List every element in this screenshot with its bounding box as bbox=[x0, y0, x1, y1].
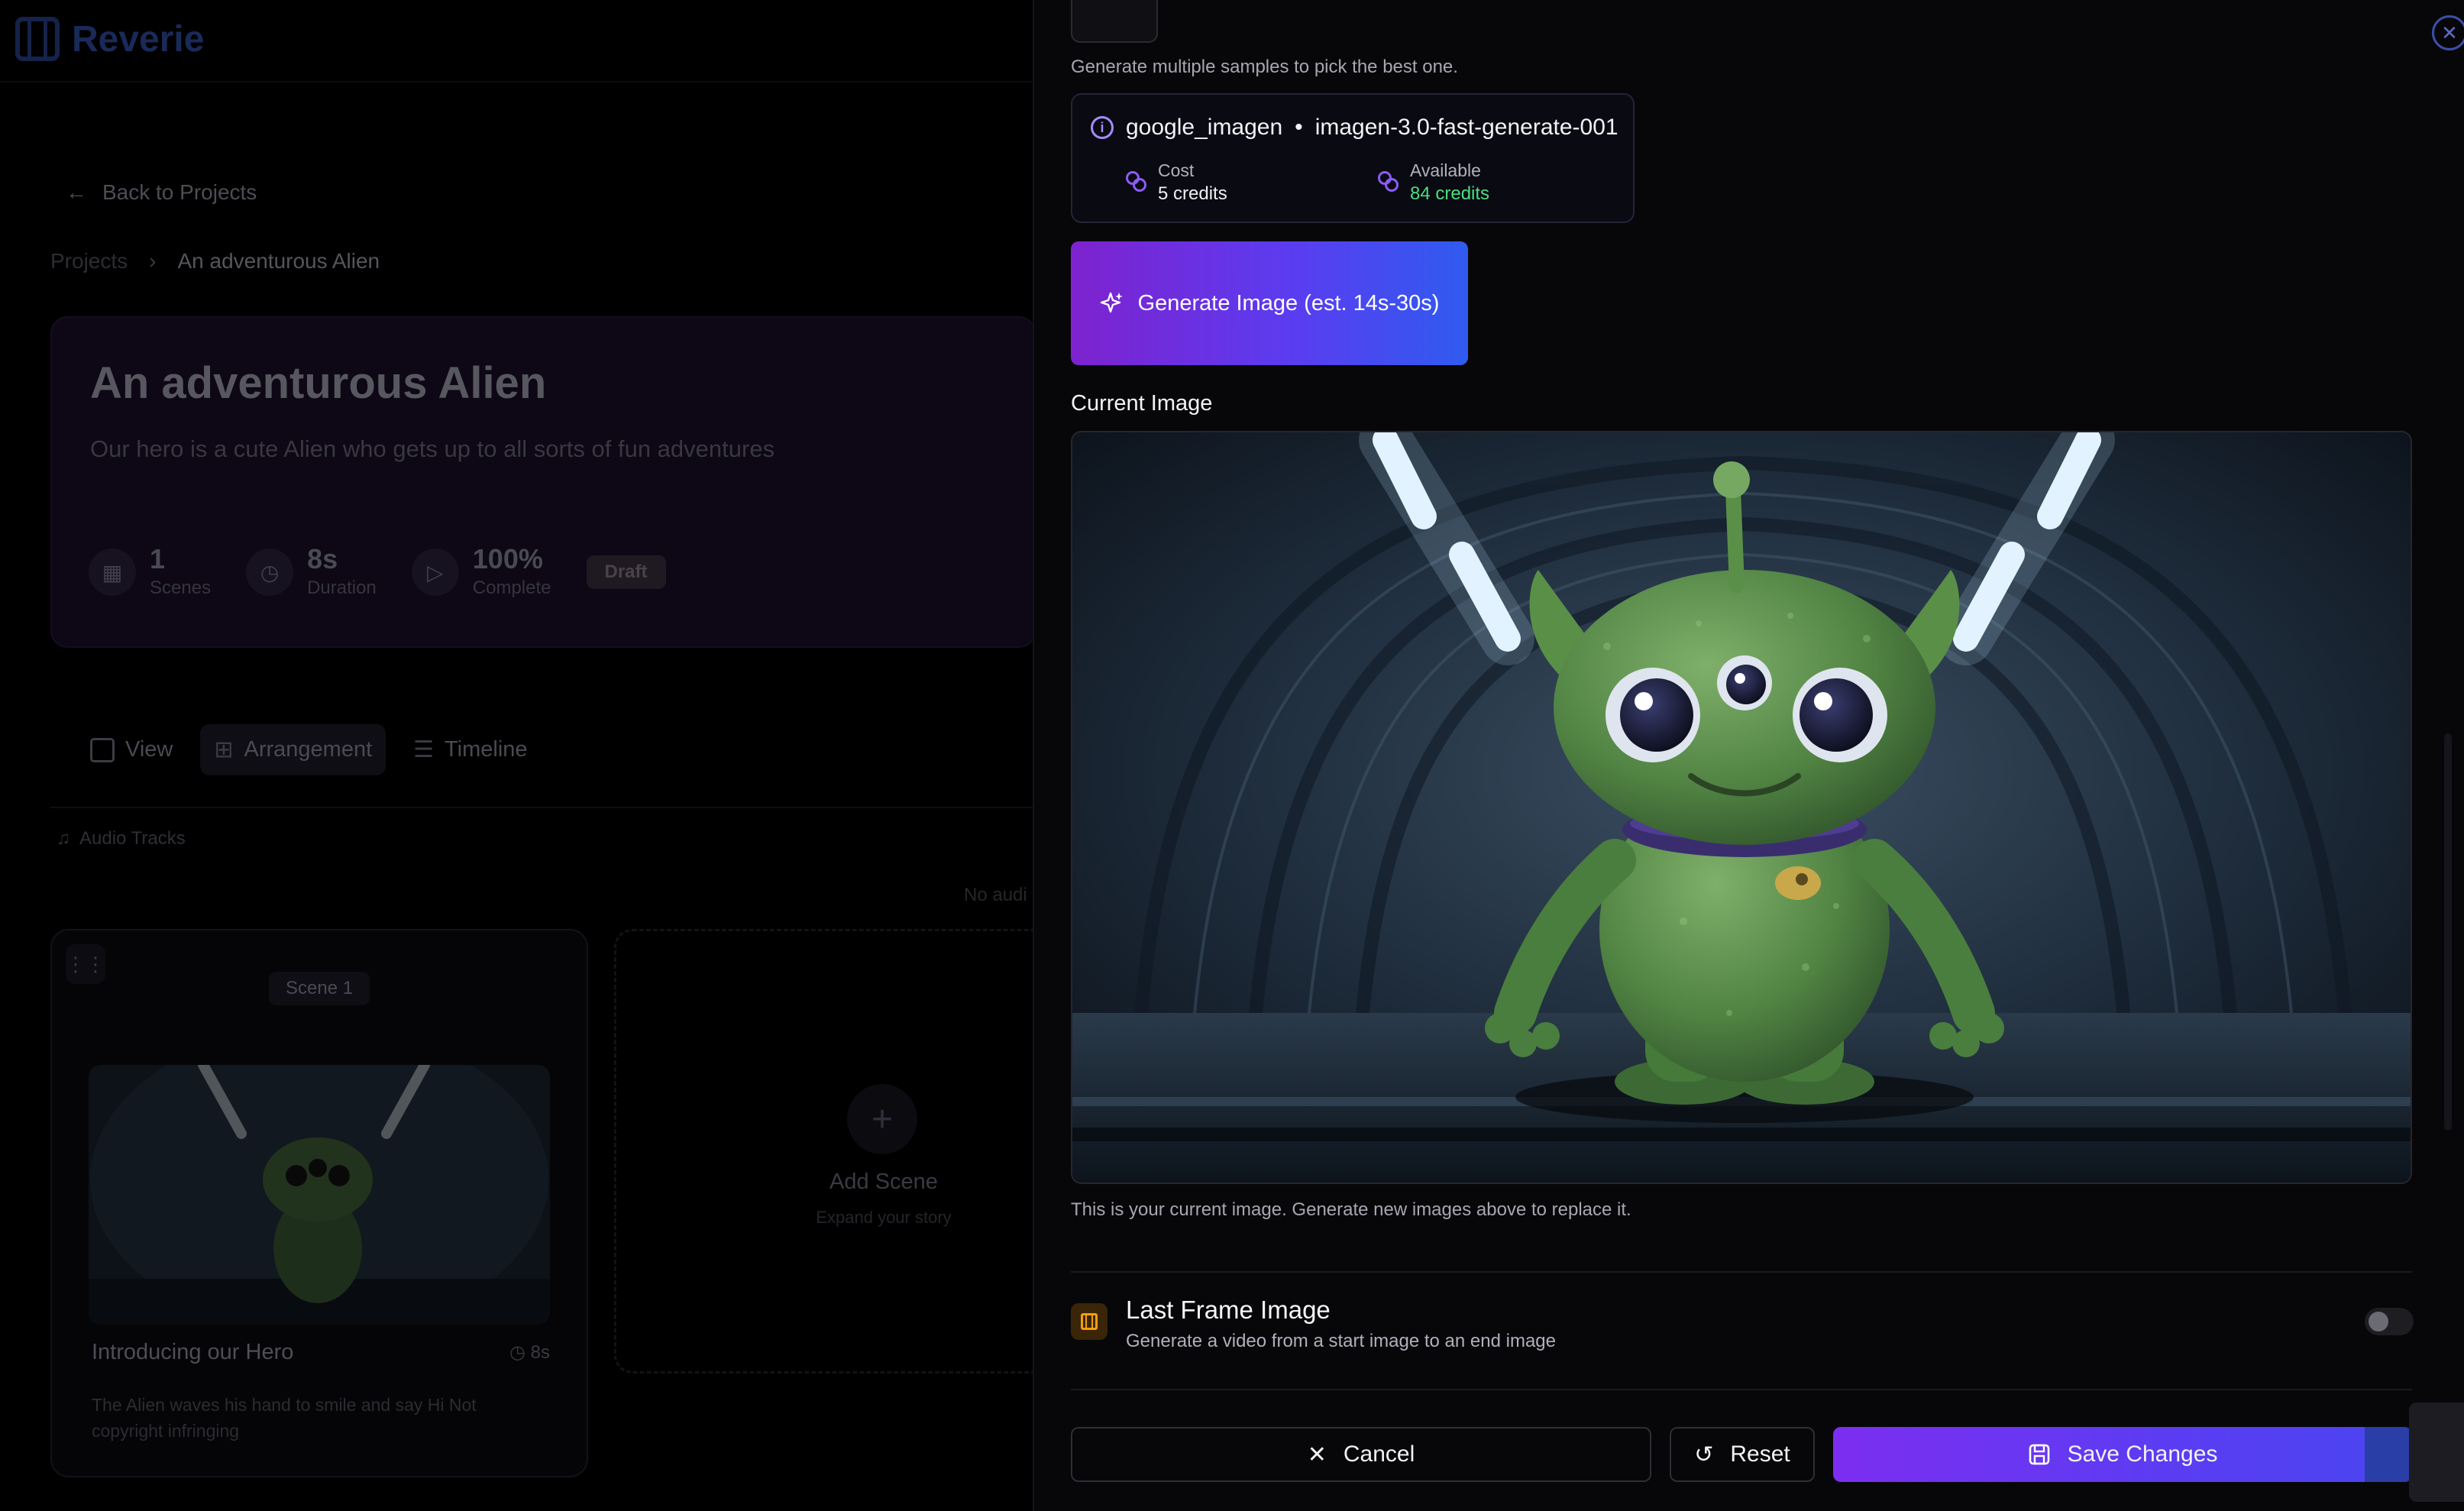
divider bbox=[1071, 1271, 2412, 1273]
cancel-label: Cancel bbox=[1343, 1441, 1415, 1467]
plus-icon: + bbox=[847, 1084, 917, 1154]
model-info-box: i google_imagen • imagen-3.0-fast-genera… bbox=[1071, 93, 1635, 223]
rotate-ccw-icon: ↺ bbox=[1694, 1441, 1714, 1467]
current-image bbox=[1071, 431, 2412, 1184]
tab-arrangement[interactable]: ⊞ Arrangement bbox=[200, 724, 386, 775]
project-description: Our hero is a cute Alien who gets up to … bbox=[90, 435, 775, 462]
coins-icon bbox=[1378, 171, 1399, 193]
close-panel-button[interactable]: ✕ bbox=[2432, 15, 2464, 50]
reset-label: Reset bbox=[1730, 1441, 1790, 1467]
audio-tracks-label: ♫ Audio Tracks bbox=[57, 828, 186, 849]
no-audio-text: No audi bbox=[964, 885, 1027, 905]
add-scene-card[interactable]: + Add Scene Expand your story bbox=[614, 929, 1057, 1373]
close-icon: ✕ bbox=[1307, 1441, 1327, 1467]
film-logo-icon bbox=[15, 17, 60, 61]
tab-label: Arrangement bbox=[244, 737, 373, 762]
stat-duration: ◷ 8s Duration bbox=[246, 545, 377, 599]
play-icon: ▷ bbox=[411, 548, 459, 596]
save-changes-label: Save Changes bbox=[2067, 1441, 2218, 1467]
tab-timeline[interactable]: ☰ Timeline bbox=[399, 724, 541, 775]
chevron-right-icon: › bbox=[149, 249, 157, 273]
back-to-projects-link[interactable]: ← Back to Projects bbox=[66, 180, 257, 205]
breadcrumb-current: An adventurous Alien bbox=[177, 249, 380, 273]
project-stats: ▦ 1 Scenes ◷ 8s Duration ▷ 100% Complete Dr… bbox=[89, 545, 666, 599]
arrow-left-icon: ← bbox=[66, 180, 87, 204]
samples-hint: Generate multiple samples to pick the be… bbox=[1071, 57, 1458, 77]
sparkles-icon bbox=[1100, 291, 1124, 315]
scene-duration: ◷ 8s bbox=[509, 1341, 550, 1364]
stat-value: 100% bbox=[472, 543, 543, 574]
stat-value: 1 bbox=[150, 543, 166, 574]
stat-complete: ▷ 100% Complete bbox=[411, 543, 551, 599]
breadcrumb: Projects › An adventurous Alien bbox=[50, 249, 380, 273]
close-icon: ✕ bbox=[2441, 21, 2458, 44]
project-hero-card: An adventurous Alien Our hero is a cute … bbox=[50, 316, 1036, 648]
edit-scene-panel: Generate multiple samples to pick the be… bbox=[1033, 0, 2464, 1511]
list-icon: ☰ bbox=[413, 737, 435, 762]
stat-label: Scenes bbox=[150, 578, 212, 598]
audio-tracks-text: Audio Tracks bbox=[79, 828, 186, 849]
scene-tag: Scene 1 bbox=[269, 972, 370, 1005]
stat-label: Duration bbox=[307, 578, 377, 598]
scene-duration-value: 8s bbox=[530, 1342, 550, 1363]
current-image-label: Current Image bbox=[1071, 391, 1213, 416]
project-title: An adventurous Alien bbox=[90, 358, 547, 408]
model-separator: • bbox=[1295, 115, 1303, 140]
grid-icon: ⊞ bbox=[214, 737, 234, 762]
brand[interactable]: Reverie bbox=[15, 17, 204, 61]
last-frame-subtitle: Generate a video from a start image to a… bbox=[1126, 1331, 1556, 1351]
tab-label: View bbox=[125, 737, 173, 762]
sample-count-control[interactable] bbox=[1071, 0, 1158, 43]
available-block: Available 84 credits bbox=[1378, 159, 1489, 206]
back-label: Back to Projects bbox=[102, 180, 257, 204]
model-provider: google_imagen bbox=[1126, 115, 1283, 140]
clock-icon: ◷ bbox=[246, 548, 294, 596]
stat-value: 8s bbox=[307, 543, 338, 574]
divider bbox=[1071, 1389, 2412, 1390]
drag-handle-icon[interactable]: ⋮⋮ bbox=[66, 944, 105, 984]
film-frame-icon bbox=[1071, 1303, 1108, 1340]
model-line: i google_imagen • imagen-3.0-fast-genera… bbox=[1091, 115, 1618, 141]
last-frame-toggle[interactable] bbox=[2365, 1308, 2414, 1335]
tab-view[interactable]: View bbox=[76, 725, 186, 775]
clock-icon: ◷ bbox=[509, 1342, 531, 1363]
cancel-button[interactable]: ✕ Cancel bbox=[1071, 1427, 1651, 1482]
film-icon: ▦ bbox=[89, 548, 136, 596]
toggle-knob bbox=[2369, 1312, 2388, 1331]
status-badge: Draft bbox=[586, 555, 666, 589]
layout-icon bbox=[90, 737, 115, 762]
scene-card[interactable]: ⋮⋮ Scene 1 Introducing our Hero ◷ 8s The… bbox=[50, 929, 588, 1477]
app-header: Reverie bbox=[0, 0, 1033, 83]
save-changes-button[interactable]: Save Changes bbox=[1833, 1427, 2412, 1482]
brand-name: Reverie bbox=[72, 18, 205, 60]
generate-image-label: Generate Image (est. 14s-30s) bbox=[1137, 290, 1440, 315]
reset-button[interactable]: ↺ Reset bbox=[1670, 1427, 1815, 1482]
model-name: imagen-3.0-fast-generate-001 bbox=[1314, 115, 1618, 140]
current-image-hint: This is your current image. Generate new… bbox=[1071, 1199, 1631, 1220]
cost-block: Cost 5 credits bbox=[1126, 159, 1227, 206]
music-icon: ♫ bbox=[57, 828, 70, 849]
save-icon bbox=[2028, 1443, 2051, 1466]
stat-label: Complete bbox=[472, 578, 551, 598]
scene-thumbnail bbox=[89, 1065, 550, 1325]
cost-value: 5 credits bbox=[1158, 183, 1227, 204]
coins-icon bbox=[1126, 171, 1147, 193]
available-label: Available bbox=[1410, 160, 1481, 180]
cost-label: Cost bbox=[1158, 160, 1195, 180]
view-tabs: View ⊞ Arrangement ☰ Timeline bbox=[76, 724, 542, 775]
recaptcha-badge[interactable] bbox=[2409, 1403, 2464, 1502]
breadcrumb-projects[interactable]: Projects bbox=[50, 249, 128, 273]
background-app: Reverie ← Back to Projects Projects › An… bbox=[0, 0, 1057, 1511]
scrollbar[interactable] bbox=[2444, 733, 2452, 1131]
scene-description: The Alien waves his hand to smile and sa… bbox=[92, 1395, 477, 1441]
tab-label: Timeline bbox=[445, 737, 528, 762]
save-button-edge bbox=[2365, 1427, 2412, 1482]
scene-title: Introducing our Hero bbox=[92, 1340, 294, 1364]
generate-image-button[interactable]: Generate Image (est. 14s-30s) bbox=[1071, 241, 1468, 365]
stat-scenes: ▦ 1 Scenes bbox=[89, 545, 211, 599]
available-value: 84 credits bbox=[1410, 183, 1490, 204]
tabs-divider bbox=[50, 807, 1036, 808]
last-frame-title: Last Frame Image bbox=[1126, 1296, 1331, 1324]
info-icon: i bbox=[1091, 116, 1114, 139]
